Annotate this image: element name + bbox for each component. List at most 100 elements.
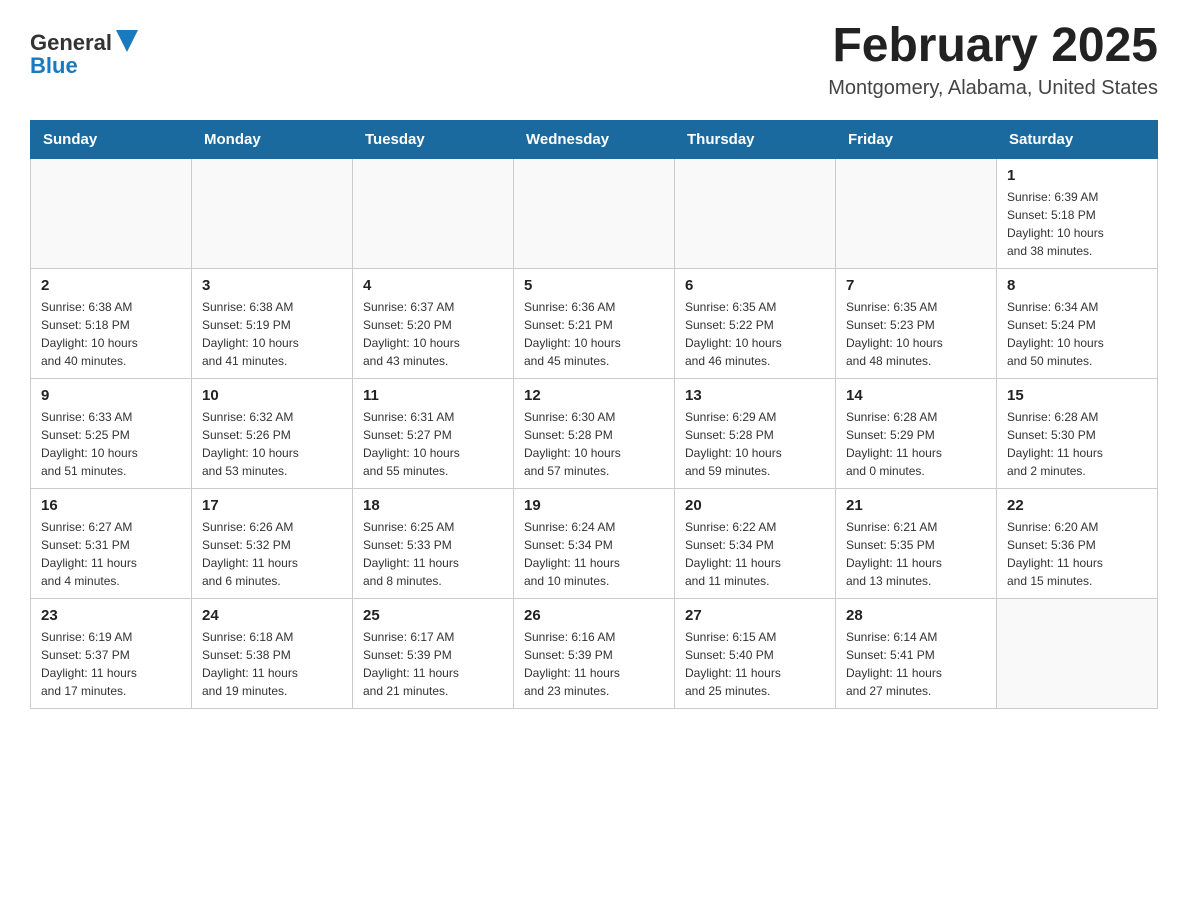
day-info: Sunrise: 6:38 AM Sunset: 5:19 PM Dayligh… [202,298,342,370]
day-info: Sunrise: 6:33 AM Sunset: 5:25 PM Dayligh… [41,408,181,480]
calendar-cell: 13 Sunrise: 6:29 AM Sunset: 5:28 PM Dayli… [675,378,836,488]
week-row-2: 2 Sunrise: 6:38 AM Sunset: 5:18 PM Daylig… [31,268,1158,378]
day-info: Sunrise: 6:22 AM Sunset: 5:34 PM Dayligh… [685,518,825,590]
day-info: Sunrise: 6:25 AM Sunset: 5:33 PM Dayligh… [363,518,503,590]
calendar-cell: 19 Sunrise: 6:24 AM Sunset: 5:34 PM Dayli… [514,488,675,598]
week-row-1: 1 Sunrise: 6:39 AM Sunset: 5:18 PM Daylig… [31,158,1158,268]
calendar-cell: 17 Sunrise: 6:26 AM Sunset: 5:32 PM Dayli… [192,488,353,598]
day-info: Sunrise: 6:36 AM Sunset: 5:21 PM Dayligh… [524,298,664,370]
day-number: 11 [363,387,503,404]
calendar-cell: 21Sunrise: 6:21 AM Sunset: 5:35 PM Dayli… [836,488,997,598]
day-info: Sunrise: 6:34 AM Sunset: 5:24 PM Dayligh… [1007,298,1147,370]
day-number: 16 [41,497,181,514]
day-info: Sunrise: 6:16 AM Sunset: 5:39 PM Dayligh… [524,628,664,700]
day-info: Sunrise: 6:39 AM Sunset: 5:18 PM Dayligh… [1007,188,1147,260]
day-number: 20 [685,497,825,514]
calendar-cell [514,158,675,268]
day-number: 5 [524,277,664,294]
day-info: Sunrise: 6:18 AM Sunset: 5:38 PM Dayligh… [202,628,342,700]
day-header-thursday: Thursday [675,120,836,158]
day-number: 1 [1007,167,1147,184]
day-info: Sunrise: 6:14 AM Sunset: 5:41 PM Dayligh… [846,628,986,700]
logo: General Blue [30,28,138,79]
calendar-cell: 15 Sunrise: 6:28 AM Sunset: 5:30 PM Dayli… [997,378,1158,488]
calendar-cell [997,598,1158,708]
week-row-4: 16 Sunrise: 6:27 AM Sunset: 5:31 PM Dayli… [31,488,1158,598]
day-info: Sunrise: 6:19 AM Sunset: 5:37 PM Dayligh… [41,628,181,700]
day-header-sunday: Sunday [31,120,192,158]
day-info: Sunrise: 6:26 AM Sunset: 5:32 PM Dayligh… [202,518,342,590]
day-number: 10 [202,387,342,404]
calendar-cell: 3 Sunrise: 6:38 AM Sunset: 5:19 PM Daylig… [192,268,353,378]
calendar-cell: 22Sunrise: 6:20 AM Sunset: 5:36 PM Dayli… [997,488,1158,598]
calendar-cell: 4 Sunrise: 6:37 AM Sunset: 5:20 PM Daylig… [353,268,514,378]
day-info: Sunrise: 6:35 AM Sunset: 5:23 PM Dayligh… [846,298,986,370]
day-info: Sunrise: 6:32 AM Sunset: 5:26 PM Dayligh… [202,408,342,480]
day-info: Sunrise: 6:38 AM Sunset: 5:18 PM Dayligh… [41,298,181,370]
calendar-cell: 23 Sunrise: 6:19 AM Sunset: 5:37 PM Dayli… [31,598,192,708]
calendar-cell: 18 Sunrise: 6:25 AM Sunset: 5:33 PM Dayli… [353,488,514,598]
logo-general-text: General [30,30,112,56]
day-number: 14 [846,387,986,404]
day-header-wednesday: Wednesday [514,120,675,158]
calendar-cell: 7Sunrise: 6:35 AM Sunset: 5:23 PM Daylig… [836,268,997,378]
calendar-cell: 27Sunrise: 6:15 AM Sunset: 5:40 PM Dayli… [675,598,836,708]
day-number: 2 [41,277,181,294]
calendar-body: 1 Sunrise: 6:39 AM Sunset: 5:18 PM Daylig… [31,158,1158,708]
day-info: Sunrise: 6:35 AM Sunset: 5:22 PM Dayligh… [685,298,825,370]
day-number: 4 [363,277,503,294]
calendar-cell: 24 Sunrise: 6:18 AM Sunset: 5:38 PM Dayli… [192,598,353,708]
day-info: Sunrise: 6:31 AM Sunset: 5:27 PM Dayligh… [363,408,503,480]
day-info: Sunrise: 6:27 AM Sunset: 5:31 PM Dayligh… [41,518,181,590]
day-header-tuesday: Tuesday [353,120,514,158]
day-number: 26 [524,607,664,624]
calendar-cell: 11 Sunrise: 6:31 AM Sunset: 5:27 PM Dayli… [353,378,514,488]
logo-blue-text: Blue [30,53,78,79]
day-info: Sunrise: 6:24 AM Sunset: 5:34 PM Dayligh… [524,518,664,590]
day-number: 3 [202,277,342,294]
day-number: 6 [685,277,825,294]
week-row-3: 9 Sunrise: 6:33 AM Sunset: 5:25 PM Daylig… [31,378,1158,488]
day-info: Sunrise: 6:28 AM Sunset: 5:30 PM Dayligh… [1007,408,1147,480]
day-header-saturday: Saturday [997,120,1158,158]
page-subtitle: Montgomery, Alabama, United States [828,77,1158,100]
calendar-cell: 10 Sunrise: 6:32 AM Sunset: 5:26 PM Dayli… [192,378,353,488]
day-number: 28 [846,607,986,624]
calendar-cell [31,158,192,268]
day-info: Sunrise: 6:30 AM Sunset: 5:28 PM Dayligh… [524,408,664,480]
calendar-cell: 2 Sunrise: 6:38 AM Sunset: 5:18 PM Daylig… [31,268,192,378]
calendar-cell [353,158,514,268]
title-block: February 2025 Montgomery, Alabama, Unite… [828,20,1158,100]
calendar-cell: 12 Sunrise: 6:30 AM Sunset: 5:28 PM Dayli… [514,378,675,488]
day-number: 12 [524,387,664,404]
days-header-row: SundayMondayTuesdayWednesdayThursdayFrid… [31,120,1158,158]
day-number: 8 [1007,277,1147,294]
day-number: 18 [363,497,503,514]
calendar-table: SundayMondayTuesdayWednesdayThursdayFrid… [30,120,1158,709]
day-info: Sunrise: 6:20 AM Sunset: 5:36 PM Dayligh… [1007,518,1147,590]
day-number: 9 [41,387,181,404]
calendar-cell [675,158,836,268]
calendar-cell: 6 Sunrise: 6:35 AM Sunset: 5:22 PM Daylig… [675,268,836,378]
day-number: 15 [1007,387,1147,404]
calendar-cell: 26 Sunrise: 6:16 AM Sunset: 5:39 PM Dayli… [514,598,675,708]
day-number: 17 [202,497,342,514]
calendar-cell: 1 Sunrise: 6:39 AM Sunset: 5:18 PM Daylig… [997,158,1158,268]
day-info: Sunrise: 6:17 AM Sunset: 5:39 PM Dayligh… [363,628,503,700]
day-number: 25 [363,607,503,624]
calendar-cell: 16 Sunrise: 6:27 AM Sunset: 5:31 PM Dayli… [31,488,192,598]
week-row-5: 23 Sunrise: 6:19 AM Sunset: 5:37 PM Dayli… [31,598,1158,708]
day-header-monday: Monday [192,120,353,158]
day-number: 23 [41,607,181,624]
page-title: February 2025 [828,20,1158,73]
day-info: Sunrise: 6:37 AM Sunset: 5:20 PM Dayligh… [363,298,503,370]
day-number: 13 [685,387,825,404]
day-number: 24 [202,607,342,624]
day-info: Sunrise: 6:15 AM Sunset: 5:40 PM Dayligh… [685,628,825,700]
calendar-cell [836,158,997,268]
calendar-cell: 5 Sunrise: 6:36 AM Sunset: 5:21 PM Daylig… [514,268,675,378]
calendar-cell: 25 Sunrise: 6:17 AM Sunset: 5:39 PM Dayli… [353,598,514,708]
page-header: General Blue February 2025 Montgomery, A… [30,20,1158,100]
day-info: Sunrise: 6:29 AM Sunset: 5:28 PM Dayligh… [685,408,825,480]
day-number: 19 [524,497,664,514]
